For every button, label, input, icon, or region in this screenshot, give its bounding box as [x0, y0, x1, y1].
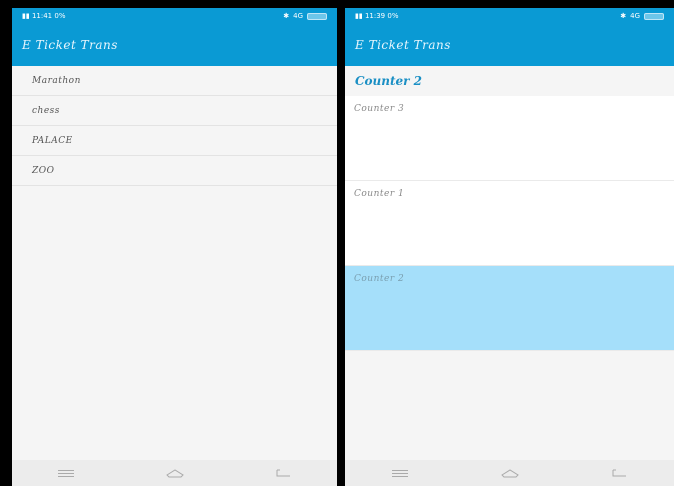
list-item-label: Marathon [32, 75, 81, 86]
status-extra: 0% [387, 12, 399, 20]
status-bar: ▮▮ 11:39 0% ✱ 4G [345, 8, 674, 24]
app-bar: E Ticket Trans [345, 24, 674, 66]
counter-item[interactable]: Counter 1 [345, 181, 674, 266]
status-left: ▮▮ 11:39 0% [355, 12, 398, 20]
counter-label: Counter 1 [354, 189, 405, 199]
menu-icon[interactable] [391, 468, 408, 478]
list-item-label: chess [32, 105, 60, 116]
event-list: Marathon chess PALACE ZOO [12, 66, 337, 186]
system-nav-bar [345, 460, 674, 486]
back-icon[interactable] [611, 468, 627, 478]
list-item-label: ZOO [32, 165, 55, 176]
status-time: 11:39 [364, 12, 386, 20]
counter-item[interactable]: Counter 3 [345, 96, 674, 181]
back-icon[interactable] [275, 468, 291, 478]
app-title: E Ticket Trans [355, 38, 451, 52]
list-item[interactable]: PALACE [12, 126, 337, 156]
network-label: 4G [293, 12, 303, 20]
phone-screen-right: ▮▮ 11:39 0% ✱ 4G E Ticket Trans Counter … [345, 8, 674, 486]
signal-icon: ▮▮ [22, 12, 30, 20]
status-right: ✱ 4G [620, 12, 664, 20]
selected-counter-header: Counter 2 [345, 66, 674, 96]
list-item[interactable]: Marathon [12, 66, 337, 96]
status-extra: 0% [54, 12, 66, 20]
list-item[interactable]: chess [12, 96, 337, 126]
list-item[interactable]: ZOO [12, 156, 337, 186]
status-left: ▮▮ 11:41 0% [22, 12, 65, 20]
bluetooth-icon: ✱ [620, 12, 627, 20]
counter-label: Counter 2 [354, 274, 405, 284]
home-icon[interactable] [501, 468, 520, 478]
app-bar: E Ticket Trans [12, 24, 337, 66]
counter-label: Counter 3 [354, 104, 405, 114]
status-bar: ▮▮ 11:41 0% ✱ 4G [12, 8, 337, 24]
system-nav-bar [12, 460, 337, 486]
list-item-label: PALACE [32, 135, 73, 146]
bluetooth-icon: ✱ [283, 12, 290, 20]
counter-item-selected[interactable]: Counter 2 [345, 266, 674, 351]
selected-counter-label: Counter 2 [355, 74, 423, 88]
home-icon[interactable] [166, 468, 185, 478]
status-right: ✱ 4G [283, 12, 327, 20]
battery-icon [644, 12, 664, 20]
battery-icon [307, 12, 327, 20]
menu-icon[interactable] [58, 468, 75, 478]
network-label: 4G [630, 12, 640, 20]
signal-icon: ▮▮ [355, 12, 363, 20]
phone-screen-left: ▮▮ 11:41 0% ✱ 4G E Ticket Trans Marathon… [12, 8, 337, 486]
app-title: E Ticket Trans [22, 38, 118, 52]
status-time: 11:41 [31, 12, 53, 20]
